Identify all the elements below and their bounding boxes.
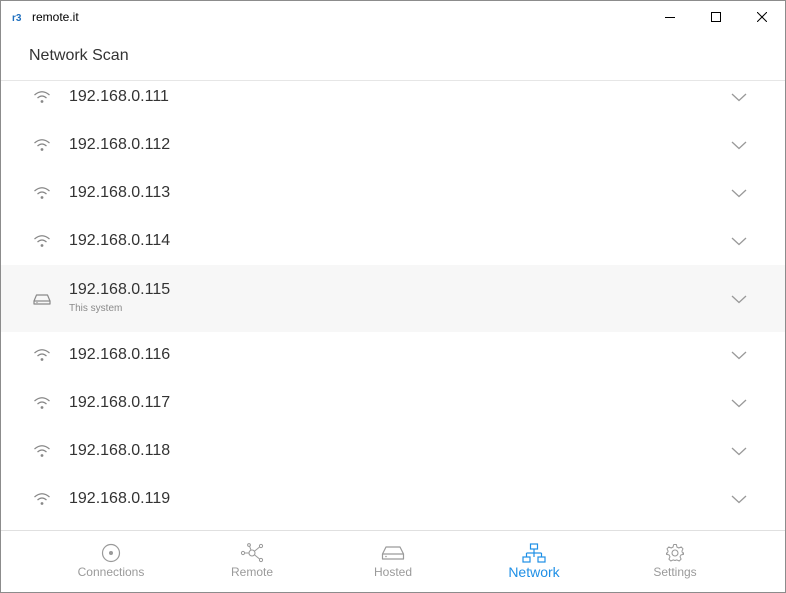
device-icon [32,291,52,307]
list-item[interactable]: 192.168.0.113 [1,169,785,217]
ip-address: 192.168.0.119 [69,490,171,507]
ip-address: 192.168.0.111 [69,88,169,105]
ip-address: 192.168.0.116 [69,346,171,363]
nav-hosted[interactable]: Hosted [333,531,453,593]
nav-remote[interactable]: Remote [192,531,312,593]
gear-icon [663,543,687,563]
list-item[interactable]: 192.168.0.116 [1,331,785,379]
wifi-icon [32,185,52,201]
nav-connections[interactable]: Connections [51,531,171,593]
close-button[interactable] [739,1,785,32]
list-item[interactable]: 192.168.0.118 [1,427,785,475]
list-item[interactable]: 192.168.0.112 [1,121,785,169]
close-icon [757,11,767,22]
app-window: r3 remote.it Network Scan 192.168.0.111 … [0,0,786,593]
nav-remote-label: Remote [230,565,274,579]
list-item[interactable]: 192.168.0.119 [1,475,785,523]
window-controls [647,1,785,32]
list-item-this-system[interactable]: 192.168.0.115 This system [1,265,785,332]
chevron-down-icon[interactable] [730,493,748,505]
list-item[interactable]: 192.168.0.117 [1,379,785,427]
minimize-icon [665,16,675,18]
chevron-down-icon[interactable] [730,397,748,409]
wifi-icon [32,89,52,105]
chevron-down-icon[interactable] [730,139,748,151]
minimize-button[interactable] [647,1,693,32]
nav-hosted-label: Hosted [373,565,413,579]
hosted-icon [381,543,405,563]
chevron-down-icon[interactable] [730,293,748,305]
page-title: Network Scan [29,47,129,64]
bottom-navigation: Connections Remote Hosted Network Settin [1,530,785,592]
app-title: remote.it [32,9,79,24]
network-scan-list[interactable]: 192.168.0.111 192.168.0.112 192.168.0.11… [1,82,785,530]
nav-network-label: Network [508,564,560,580]
nav-network[interactable]: Network [474,531,594,593]
nav-settings-label: Settings [653,565,697,579]
wifi-icon [32,347,52,363]
chevron-down-icon[interactable] [730,91,748,103]
chevron-down-icon[interactable] [730,445,748,457]
list-item[interactable]: 192.168.0.114 [1,217,785,265]
page-header: Network Scan [1,32,785,81]
wifi-icon [32,137,52,153]
network-icon [522,543,546,563]
ip-address: 192.168.0.112 [69,136,171,153]
chevron-down-icon[interactable] [730,235,748,247]
this-system-label: This system [69,303,123,314]
maximize-button[interactable] [693,1,739,32]
wifi-icon [32,233,52,249]
ip-address: 192.168.0.117 [69,394,171,411]
chevron-down-icon[interactable] [730,349,748,361]
title-bar[interactable]: r3 remote.it [1,1,785,32]
svg-text:r3: r3 [12,13,22,24]
wifi-icon [32,395,52,411]
wifi-icon [32,491,52,507]
list-item[interactable]: 192.168.0.111 [1,82,785,121]
remote-icon [240,543,264,563]
nav-settings[interactable]: Settings [615,531,735,593]
connections-icon [99,543,123,563]
ip-address: 192.168.0.114 [69,232,171,249]
wifi-icon [32,443,52,459]
remoteit-logo-icon: r3 [10,9,26,25]
maximize-icon [711,11,721,22]
ip-address: 192.168.0.115 [69,281,171,298]
nav-connections-label: Connections [77,565,145,579]
chevron-down-icon[interactable] [730,187,748,199]
ip-address: 192.168.0.118 [69,442,171,459]
ip-address: 192.168.0.113 [69,184,171,201]
